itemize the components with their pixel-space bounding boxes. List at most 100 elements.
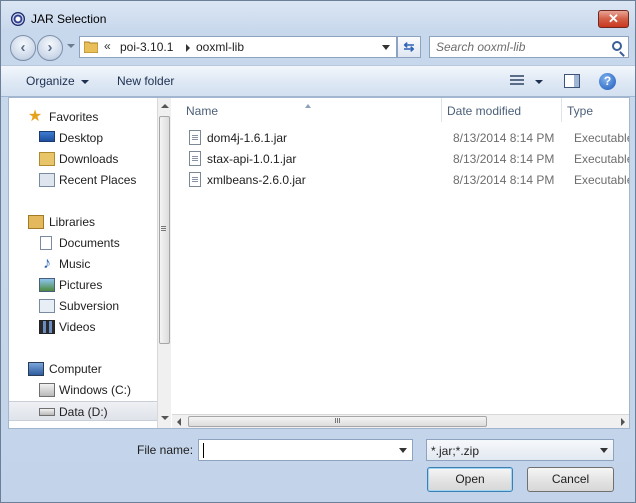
file-date: 8/13/2014 8:14 PM bbox=[453, 173, 555, 187]
sort-ascending-icon bbox=[305, 104, 311, 108]
nav-item-favorites[interactable]: ★ Favorites bbox=[9, 107, 157, 127]
address-row: ‹ › « poi-3.10.1 ooxml-lib ⇆ bbox=[1, 32, 635, 62]
search-icon[interactable] bbox=[612, 41, 622, 51]
help-icon[interactable]: ? bbox=[599, 73, 616, 90]
nav-item-data-d[interactable]: Data (D:) bbox=[9, 401, 157, 421]
pictures-icon bbox=[39, 278, 55, 292]
search-box[interactable] bbox=[429, 36, 629, 58]
navigation-pane: ★ Favorites Desktop Downloads Recent Pla… bbox=[9, 98, 157, 428]
computer-icon bbox=[28, 362, 44, 376]
column-header-label: Name bbox=[186, 104, 219, 118]
nav-item-documents[interactable]: Documents bbox=[9, 233, 157, 253]
file-type: Executable Ja bbox=[574, 152, 629, 166]
forward-arrow-icon: › bbox=[47, 39, 53, 56]
address-bar[interactable]: « poi-3.10.1 ooxml-lib bbox=[79, 36, 397, 58]
nav-item-label: Documents bbox=[59, 236, 120, 250]
scroll-down-icon[interactable] bbox=[161, 416, 169, 420]
file-type-filter[interactable]: *.jar;*.zip bbox=[426, 439, 614, 461]
open-button[interactable]: Open bbox=[427, 467, 513, 492]
eclipse-icon bbox=[11, 12, 25, 26]
column-header-label: Type bbox=[567, 104, 594, 118]
refresh-icon: ⇆ bbox=[403, 39, 415, 54]
breadcrumb-chevron-icon[interactable] bbox=[186, 44, 190, 52]
windows-drive-icon bbox=[39, 383, 55, 397]
file-name: stax-api-1.0.1.jar bbox=[207, 152, 297, 166]
nav-item-music[interactable]: ♪ Music bbox=[9, 254, 157, 274]
nav-item-computer[interactable]: Computer bbox=[9, 359, 157, 379]
horizontal-scrollbar[interactable] bbox=[172, 414, 629, 428]
jar-file-icon bbox=[189, 151, 201, 166]
column-header-date-modified[interactable]: Date modified bbox=[442, 98, 562, 122]
organize-label: Organize bbox=[26, 74, 75, 88]
organize-menu[interactable]: Organize bbox=[26, 74, 89, 88]
window-title: JAR Selection bbox=[31, 12, 107, 26]
file-name-label: File name: bbox=[137, 443, 194, 457]
nav-item-label: Videos bbox=[59, 320, 96, 334]
file-name-combo[interactable] bbox=[198, 439, 413, 461]
nav-item-label: Favorites bbox=[49, 110, 99, 124]
file-list: Name Date modified Type dom4j-1.6.1.jar … bbox=[172, 98, 629, 414]
downloads-icon bbox=[39, 152, 55, 166]
recent-locations-dropdown[interactable] bbox=[67, 44, 75, 48]
title-bar[interactable]: JAR Selection ✕ bbox=[1, 1, 635, 31]
nav-item-label: Windows (C:) bbox=[59, 383, 132, 397]
forward-button[interactable]: › bbox=[37, 35, 63, 61]
view-options-icon[interactable] bbox=[510, 75, 524, 87]
star-icon: ★ bbox=[27, 108, 43, 125]
view-dropdown-icon[interactable] bbox=[535, 80, 543, 84]
column-header-label: Date modified bbox=[447, 104, 522, 118]
scroll-up-icon[interactable] bbox=[161, 104, 169, 108]
scroll-left-icon[interactable] bbox=[177, 418, 181, 426]
nav-item-label: Libraries bbox=[49, 215, 96, 229]
nav-item-windows-c[interactable]: Windows (C:) bbox=[9, 380, 157, 400]
file-name-dropdown-icon[interactable] bbox=[399, 448, 407, 453]
file-name: dom4j-1.6.1.jar bbox=[207, 131, 288, 145]
chevron-down-icon bbox=[600, 448, 608, 453]
music-icon: ♪ bbox=[43, 255, 51, 272]
file-type: Executable Ja bbox=[574, 131, 629, 145]
cancel-button[interactable]: Cancel bbox=[527, 467, 614, 492]
scroll-right-icon[interactable] bbox=[621, 418, 625, 426]
navigation-scrollbar[interactable] bbox=[157, 98, 171, 428]
file-date: 8/13/2014 8:14 PM bbox=[453, 152, 555, 166]
drive-icon bbox=[39, 408, 55, 416]
back-arrow-icon: ‹ bbox=[20, 39, 26, 56]
libraries-icon bbox=[28, 215, 44, 229]
column-header-type[interactable]: Type bbox=[562, 98, 629, 122]
close-button[interactable]: ✕ bbox=[598, 10, 629, 28]
nav-item-videos[interactable]: Videos bbox=[9, 317, 157, 337]
subversion-icon bbox=[39, 299, 55, 313]
videos-icon bbox=[39, 320, 55, 334]
jar-selection-dialog: JAR Selection ✕ ‹ › « poi-3.10.1 ooxml-l… bbox=[0, 0, 636, 503]
column-header-name[interactable]: Name bbox=[172, 98, 441, 122]
content-area: ★ Favorites Desktop Downloads Recent Pla… bbox=[8, 97, 630, 429]
nav-item-pictures[interactable]: Pictures bbox=[9, 275, 157, 295]
file-row[interactable]: dom4j-1.6.1.jar 8/13/2014 8:14 PM Execut… bbox=[172, 127, 629, 148]
file-name-input[interactable] bbox=[202, 442, 392, 458]
nav-item-label: Subversion bbox=[59, 299, 120, 313]
search-input[interactable] bbox=[436, 39, 606, 55]
file-row[interactable]: xmlbeans-2.6.0.jar 8/13/2014 8:14 PM Exe… bbox=[172, 169, 629, 190]
nav-item-libraries[interactable]: Libraries bbox=[9, 212, 157, 232]
back-button[interactable]: ‹ bbox=[10, 35, 36, 61]
nav-item-recent-places[interactable]: Recent Places bbox=[9, 170, 157, 190]
file-type: Executable Ja bbox=[574, 173, 629, 187]
address-dropdown-icon[interactable] bbox=[382, 45, 390, 50]
file-row[interactable]: stax-api-1.0.1.jar 8/13/2014 8:14 PM Exe… bbox=[172, 148, 629, 169]
refresh-button[interactable]: ⇆ bbox=[397, 36, 421, 58]
jar-file-icon bbox=[189, 172, 201, 187]
preview-pane-icon[interactable] bbox=[564, 74, 580, 88]
jar-file-icon bbox=[189, 130, 201, 145]
nav-item-downloads[interactable]: Downloads bbox=[9, 149, 157, 169]
new-folder-button[interactable]: New folder bbox=[117, 74, 174, 88]
breadcrumb-overflow[interactable]: « bbox=[104, 39, 111, 53]
folder-icon bbox=[84, 41, 98, 53]
nav-item-subversion[interactable]: Subversion bbox=[9, 296, 157, 316]
nav-item-label: Data (D:) bbox=[59, 405, 108, 419]
breadcrumb-ooxml-lib[interactable]: ooxml-lib bbox=[196, 40, 244, 54]
nav-item-label: Desktop bbox=[59, 131, 104, 145]
breadcrumb-poi[interactable]: poi-3.10.1 bbox=[120, 40, 173, 54]
nav-item-desktop[interactable]: Desktop bbox=[9, 128, 157, 148]
scrollbar-grip-icon bbox=[335, 418, 341, 423]
file-type-filter-value: *.jar;*.zip bbox=[431, 444, 480, 458]
